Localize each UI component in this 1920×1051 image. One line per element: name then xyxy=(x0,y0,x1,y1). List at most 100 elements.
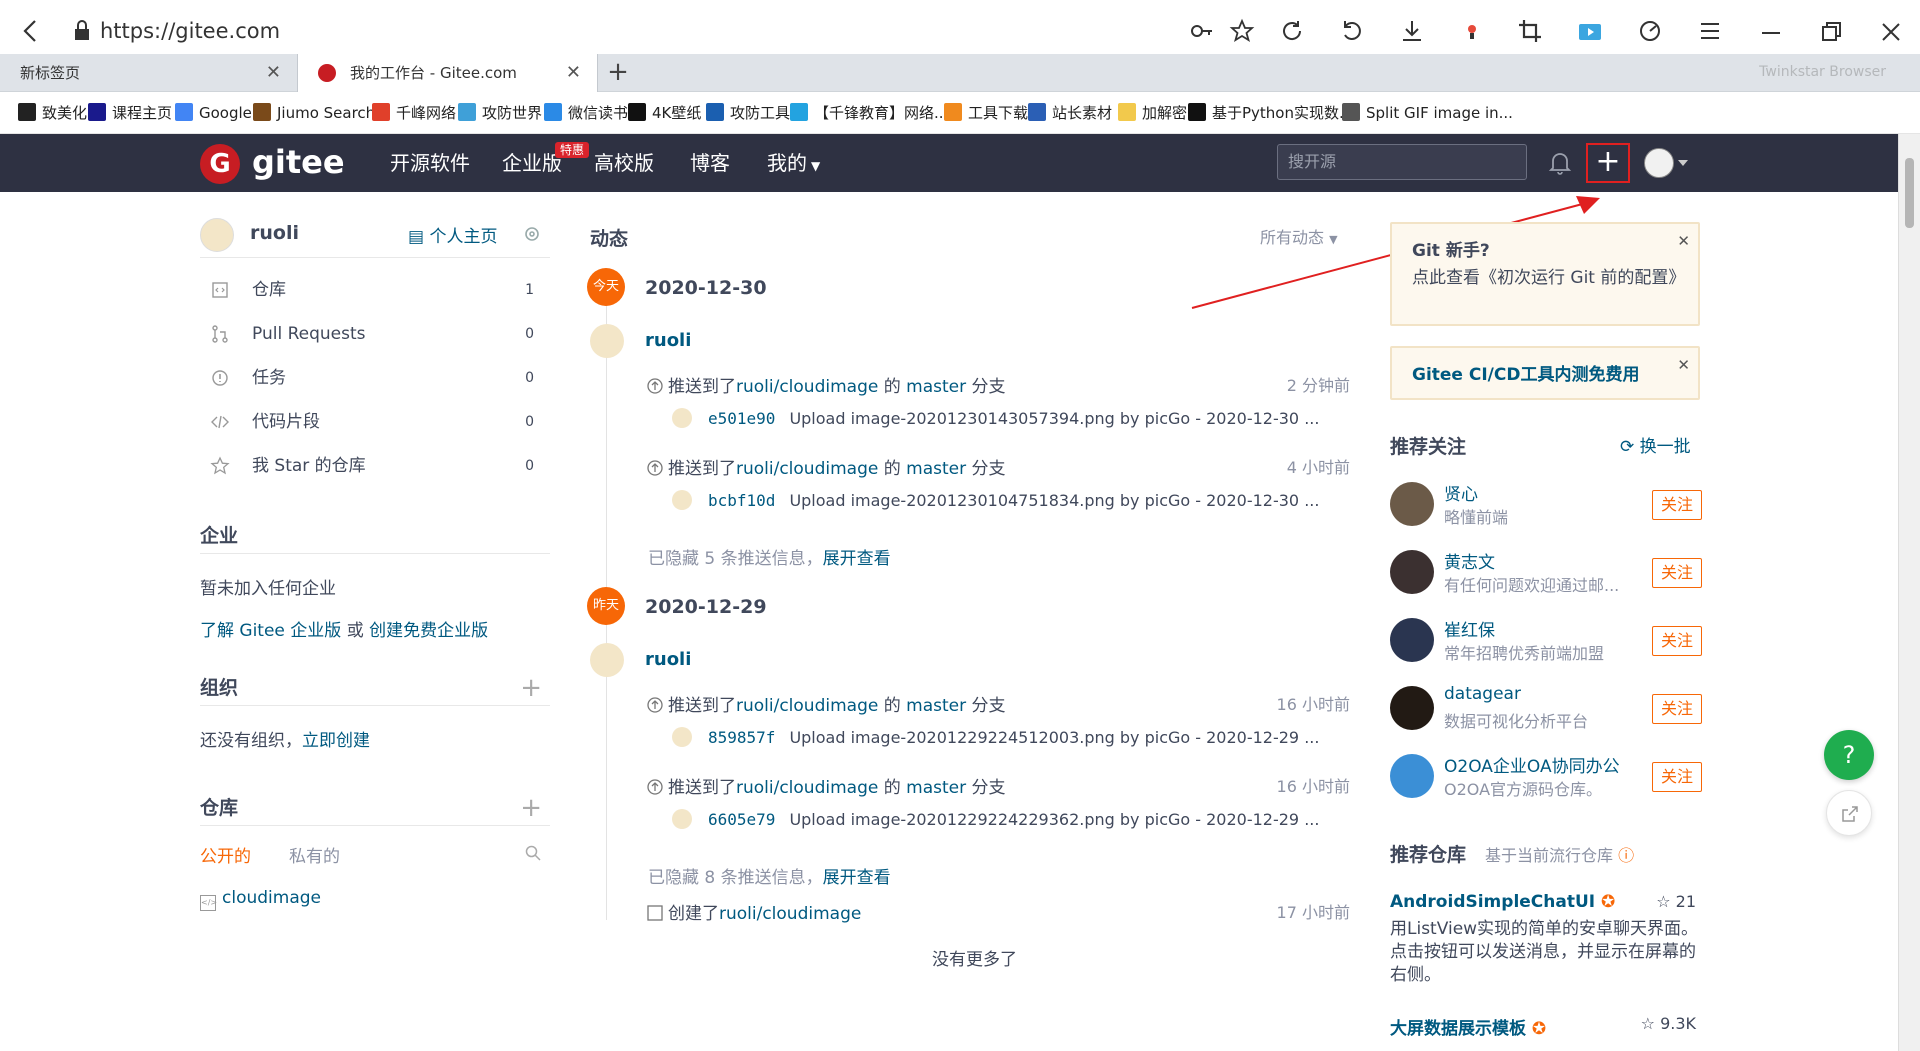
user-name[interactable]: 贤心 xyxy=(1444,480,1478,505)
sidebar-item-repos[interactable]: 仓库 1 xyxy=(200,270,550,310)
feed-filter-dropdown[interactable]: 所有动态 ▼ xyxy=(1260,224,1338,248)
sidebar-item-pull-requests[interactable]: Pull Requests 0 xyxy=(200,314,550,354)
bookmark-item[interactable]: 微信读书 xyxy=(544,92,628,134)
search-icon[interactable] xyxy=(524,844,542,862)
help-circle-icon[interactable]: ⓘ xyxy=(1618,846,1634,865)
repo-tab-public[interactable]: 公开的 xyxy=(200,842,251,867)
tab-new[interactable]: 新标签页 ✕ xyxy=(0,54,298,92)
bookmark-item[interactable]: Split GIF image in... xyxy=(1342,92,1513,134)
user-name[interactable]: datagear xyxy=(1444,684,1521,704)
undo-icon[interactable] xyxy=(1338,17,1366,45)
ci-cd-tip[interactable]: ✕ Gitee CI/CD工具内测免费用 xyxy=(1390,346,1700,400)
feed-user-avatar[interactable] xyxy=(590,643,624,677)
bookmark-item[interactable]: Jiumo Search xyxy=(253,92,375,134)
follow-button[interactable]: 关注 xyxy=(1652,626,1702,656)
page-scrollbar[interactable] xyxy=(1898,134,1920,1051)
follow-button[interactable]: 关注 xyxy=(1652,490,1702,520)
git-newbie-tip[interactable]: ✕ Git 新手? 点此查看《初次运行 Git 前的配置》 xyxy=(1390,222,1700,326)
help-button[interactable]: ? xyxy=(1824,730,1874,780)
speed-icon[interactable] xyxy=(1636,17,1664,45)
expand-link[interactable]: 展开查看 xyxy=(823,549,891,569)
commit-avatar[interactable] xyxy=(672,727,692,747)
event-branch-link[interactable]: master xyxy=(906,377,966,397)
feed-username[interactable]: ruoli xyxy=(645,649,691,670)
bookmark-item[interactable]: 站长素材 xyxy=(1028,92,1112,134)
user-avatar[interactable] xyxy=(1390,754,1434,798)
bookmark-item[interactable]: 工具下载 xyxy=(944,92,1028,134)
tab-close-icon[interactable]: ✕ xyxy=(566,54,581,92)
user-avatar[interactable] xyxy=(1390,550,1434,594)
refresh-button[interactable]: ⟳ 换一批 xyxy=(1620,432,1691,457)
video-icon[interactable] xyxy=(1576,17,1604,45)
commit-avatar[interactable] xyxy=(672,408,692,428)
bell-icon[interactable] xyxy=(1548,150,1572,176)
tab-close-icon[interactable]: ✕ xyxy=(266,54,281,92)
gear-icon[interactable] xyxy=(522,224,542,244)
bookmark-item[interactable]: 【千锋教育】网络... xyxy=(790,92,948,134)
event-repo-link[interactable]: ruoli/cloudimage xyxy=(736,696,878,716)
download-icon[interactable] xyxy=(1398,17,1426,45)
reload-icon[interactable] xyxy=(1278,17,1306,45)
event-repo-link[interactable]: ruoli/cloudimage xyxy=(719,904,861,924)
crop-icon[interactable] xyxy=(1516,17,1544,45)
nav-university[interactable]: 高校版 xyxy=(594,134,654,192)
user-avatar[interactable] xyxy=(200,218,234,252)
nav-enterprise[interactable]: 企业版 xyxy=(502,134,562,192)
tip-link[interactable]: Gitee CI/CD工具内测免费用 xyxy=(1412,365,1639,385)
share-button[interactable] xyxy=(1826,790,1872,836)
follow-button[interactable]: 关注 xyxy=(1652,762,1702,792)
event-repo-link[interactable]: ruoli/cloudimage xyxy=(736,377,878,397)
sidebar-item-issues[interactable]: 任务 0 xyxy=(200,358,550,398)
event-branch-link[interactable]: master xyxy=(906,696,966,716)
bookmark-item[interactable]: 课程主页 xyxy=(88,92,172,134)
event-branch-link[interactable]: master xyxy=(906,778,966,798)
follow-button[interactable]: 关注 xyxy=(1652,694,1702,724)
commit-sha-link[interactable]: e501e90 xyxy=(708,409,775,428)
tab-gitee[interactable]: 我的工作台 - Gitee.com ✕ xyxy=(298,54,598,92)
follow-button[interactable]: 关注 xyxy=(1652,558,1702,588)
star-count[interactable]: ☆ 9.3K xyxy=(1641,1014,1696,1033)
key-icon[interactable] xyxy=(1188,17,1216,45)
restore-icon[interactable] xyxy=(1816,17,1846,47)
feed-user-avatar[interactable] xyxy=(590,324,624,358)
star-count[interactable]: ☆ 21 xyxy=(1656,892,1696,911)
close-icon[interactable]: ✕ xyxy=(1677,356,1690,374)
commit-sha-link[interactable]: bcbf10d xyxy=(708,491,775,510)
nav-mine[interactable]: 我的 ▼ xyxy=(767,134,820,192)
create-org-link[interactable]: 立即创建 xyxy=(302,731,370,751)
user-name[interactable]: O2OA企业OA协同办公 xyxy=(1444,752,1620,777)
repo-tab-private[interactable]: 私有的 xyxy=(289,842,340,867)
event-repo-link[interactable]: ruoli/cloudimage xyxy=(736,778,878,798)
user-avatar[interactable] xyxy=(1390,482,1434,526)
extension-icon[interactable] xyxy=(1458,17,1486,45)
feed-username[interactable]: ruoli xyxy=(645,330,691,351)
nav-blog[interactable]: 博客 xyxy=(690,134,730,192)
bookmark-item[interactable]: 攻防工具 xyxy=(706,92,790,134)
event-branch-link[interactable]: master xyxy=(906,459,966,479)
close-window-icon[interactable] xyxy=(1876,17,1906,47)
repo-name-link[interactable]: AndroidSimpleChatUI ✪ xyxy=(1390,892,1615,912)
expand-link[interactable]: 展开查看 xyxy=(823,868,891,888)
event-repo-link[interactable]: ruoli/cloudimage xyxy=(736,459,878,479)
star-icon[interactable] xyxy=(1228,17,1256,45)
new-tab-button[interactable]: + xyxy=(598,54,638,92)
back-icon[interactable] xyxy=(16,16,46,46)
user-name[interactable]: 黄志文 xyxy=(1444,548,1495,573)
address-bar[interactable]: https://gitee.com xyxy=(72,14,1252,48)
tip-link[interactable]: 点此查看《初次运行 Git 前的配置》 xyxy=(1412,265,1685,291)
nav-open-source[interactable]: 开源软件 xyxy=(390,134,470,192)
user-name[interactable]: 崔红保 xyxy=(1444,616,1495,641)
search-input[interactable]: 搜开源 xyxy=(1277,144,1527,180)
add-org-plus-icon[interactable]: + xyxy=(520,670,542,706)
user-avatar[interactable] xyxy=(1644,148,1674,178)
menu-icon[interactable] xyxy=(1696,17,1724,45)
close-icon[interactable]: ✕ xyxy=(1677,232,1690,250)
scrollbar-thumb[interactable] xyxy=(1905,158,1914,228)
create-enterprise-link[interactable]: 创建免费企业版 xyxy=(369,621,488,641)
sidebar-item-starred[interactable]: 我 Star 的仓库 0 xyxy=(200,446,550,486)
bookmark-item[interactable]: Google xyxy=(175,92,252,134)
repo-list-item[interactable]: </> cloudimage xyxy=(200,888,321,911)
bookmark-item[interactable]: 4K壁纸 xyxy=(628,92,701,134)
caret-down-icon[interactable] xyxy=(1678,160,1688,166)
bookmark-item[interactable]: 致美化 xyxy=(18,92,87,134)
